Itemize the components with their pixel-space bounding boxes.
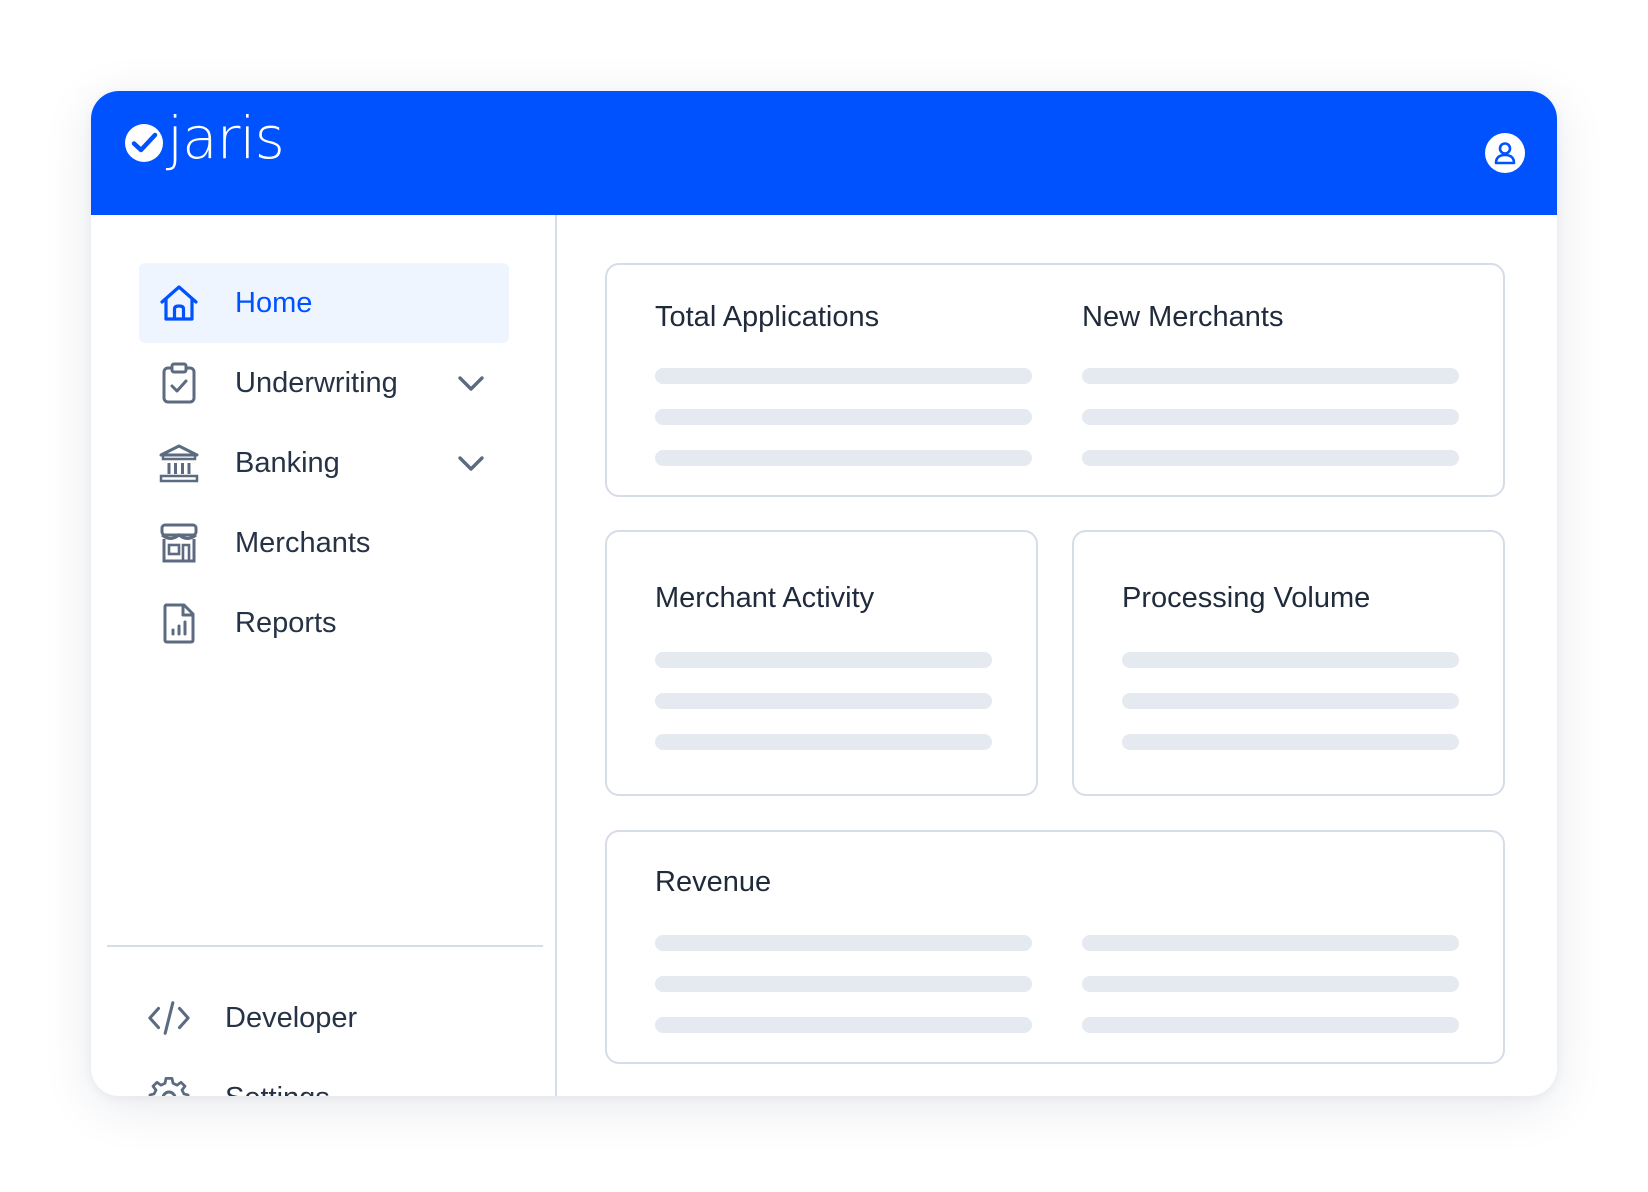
gear-icon <box>147 1076 191 1096</box>
user-icon <box>1494 142 1516 165</box>
app-window: jaris Home Underwriting Banking Merchant… <box>91 91 1557 1096</box>
sidebar-item-label: Developer <box>225 1001 358 1034</box>
report-chart-icon <box>157 601 201 645</box>
chevron-down-icon[interactable] <box>457 371 485 395</box>
skeleton-line <box>655 450 1032 466</box>
skeleton-line <box>1122 652 1459 668</box>
skeleton-line <box>1082 450 1459 466</box>
skeleton-line <box>1082 976 1459 992</box>
skeleton-line <box>1082 935 1459 951</box>
revenue-title: Revenue <box>655 866 772 898</box>
dashboard-content: Total Applications New Merchants Merchan… <box>557 215 1557 1096</box>
merchant-activity-title: Merchant Activity <box>655 582 875 614</box>
sidebar-item-label: Banking <box>235 446 340 479</box>
sidebar-item-settings[interactable]: Settings <box>139 1058 509 1096</box>
storefront-icon <box>157 521 201 565</box>
sidebar-item-label: Home <box>235 286 313 319</box>
clipboard-check-icon <box>157 361 201 405</box>
check-circle-icon <box>125 124 163 162</box>
sidebar-item-home[interactable]: Home <box>139 263 509 343</box>
sidebar-item-banking[interactable]: Banking <box>139 423 509 503</box>
sidebar-item-label: Merchants <box>235 526 371 559</box>
skeleton-line <box>655 409 1032 425</box>
summary-card[interactable]: Total Applications New Merchants <box>605 263 1505 497</box>
chevron-down-icon[interactable] <box>457 451 485 475</box>
skeleton-line <box>1122 734 1459 750</box>
sidebar-item-developer[interactable]: Developer <box>139 978 509 1058</box>
secondary-nav: Developer Settings <box>139 978 509 1096</box>
bank-icon <box>157 441 201 485</box>
skeleton-line <box>1082 368 1459 384</box>
sidebar: Home Underwriting Banking Merchants Repo… <box>91 215 557 1096</box>
total-applications-title: Total Applications <box>655 301 880 333</box>
sidebar-item-underwriting[interactable]: Underwriting <box>139 343 509 423</box>
processing-volume-card[interactable]: Processing Volume <box>1072 530 1505 796</box>
skeleton-line <box>655 368 1032 384</box>
sidebar-divider <box>107 945 543 947</box>
sidebar-item-label: Underwriting <box>235 366 398 399</box>
home-icon <box>157 281 201 325</box>
skeleton-line <box>1082 1017 1459 1033</box>
merchant-activity-card[interactable]: Merchant Activity <box>605 530 1038 796</box>
skeleton-line <box>655 1017 1032 1033</box>
sidebar-item-label: Settings <box>225 1082 330 1097</box>
top-bar: jaris <box>91 91 1557 215</box>
skeleton-line <box>655 935 1032 951</box>
sidebar-item-merchants[interactable]: Merchants <box>139 503 509 583</box>
user-profile-button[interactable] <box>1485 133 1525 173</box>
skeleton-line <box>1082 409 1459 425</box>
skeleton-line <box>655 976 1032 992</box>
skeleton-line <box>655 693 992 709</box>
jaris-logo[interactable]: jaris <box>123 109 285 167</box>
new-merchants-title: New Merchants <box>1082 301 1284 333</box>
skeleton-line <box>655 652 992 668</box>
main-nav: Home Underwriting Banking Merchants Repo… <box>139 263 509 663</box>
code-icon <box>147 996 191 1040</box>
sidebar-item-label: Reports <box>235 606 337 639</box>
skeleton-line <box>1122 693 1459 709</box>
processing-volume-title: Processing Volume <box>1122 582 1371 614</box>
skeleton-line <box>655 734 992 750</box>
revenue-card[interactable]: Revenue <box>605 830 1505 1064</box>
brand-name: jaris <box>167 104 285 172</box>
sidebar-item-reports[interactable]: Reports <box>139 583 509 663</box>
